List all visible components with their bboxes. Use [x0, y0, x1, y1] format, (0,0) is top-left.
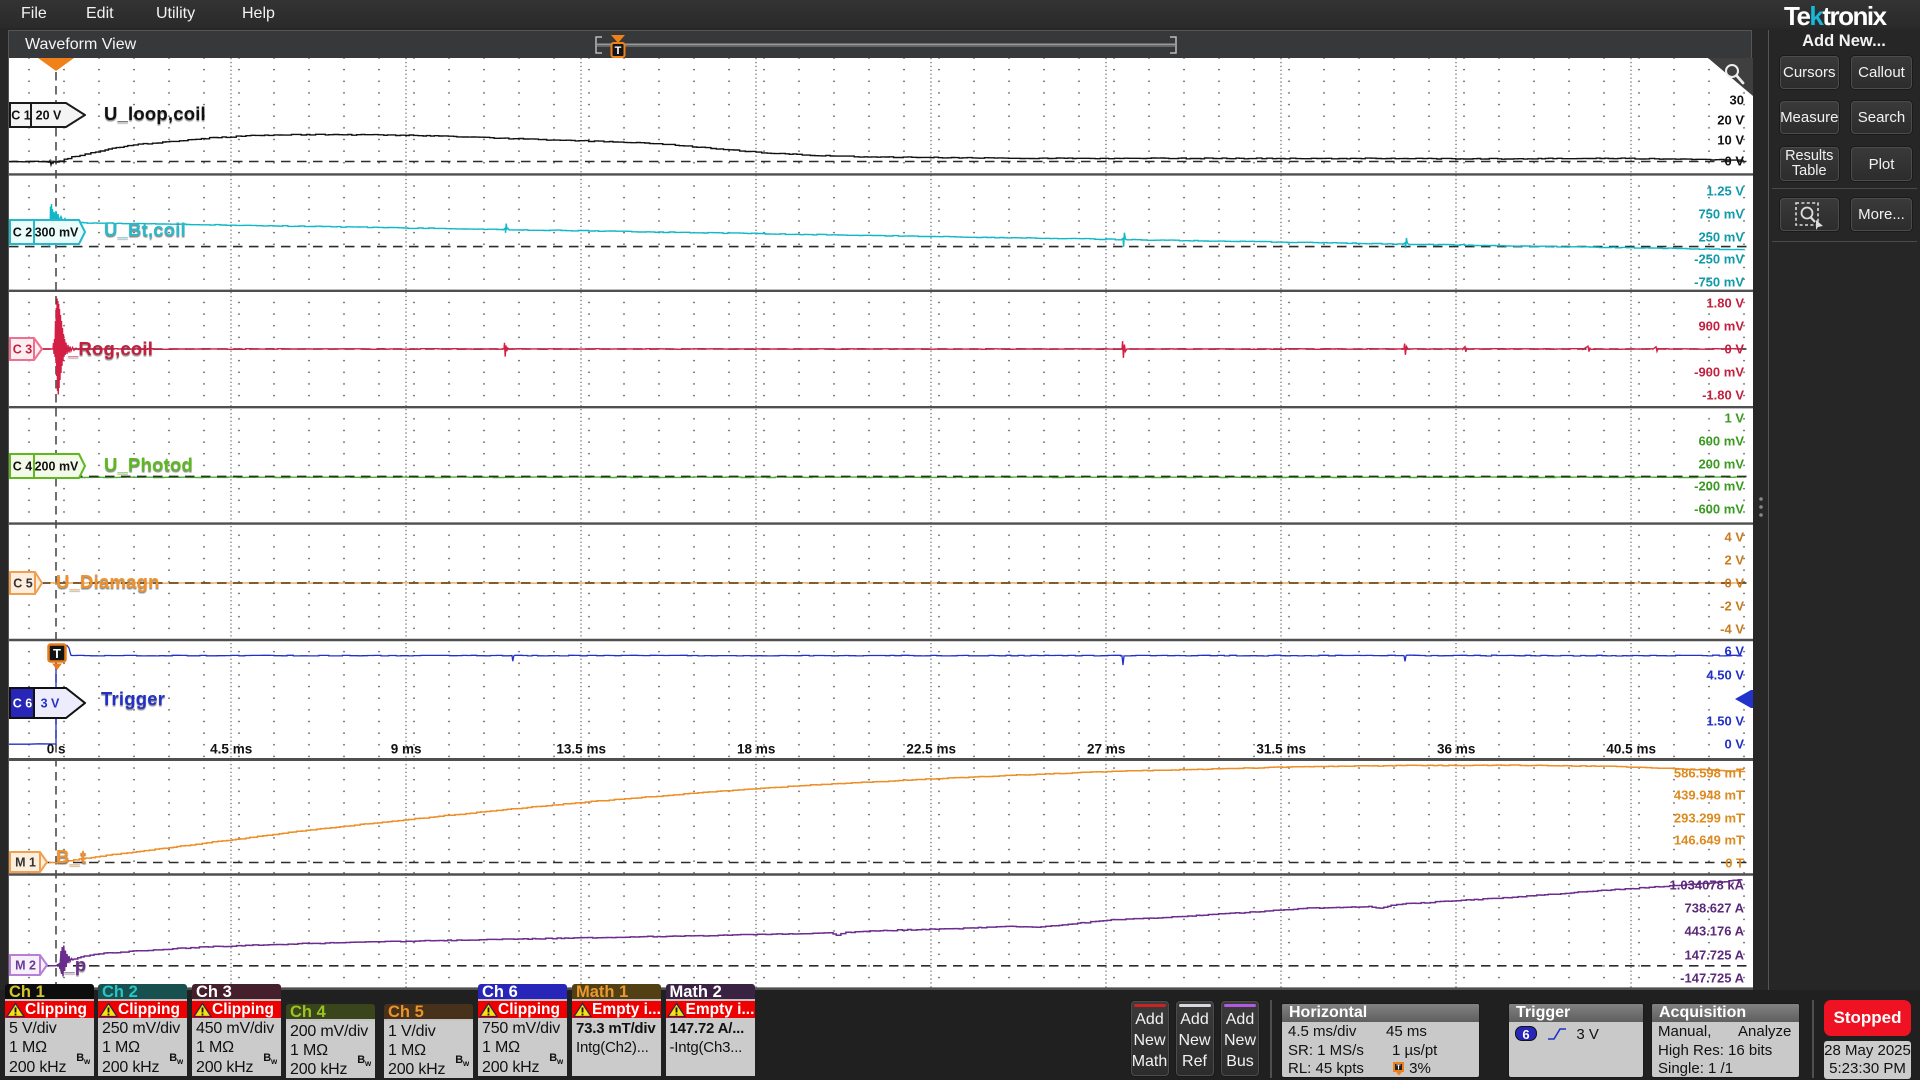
svg-text:C 1: C 1	[11, 109, 31, 123]
svg-text:T: T	[615, 45, 622, 57]
svg-text:C 2: C 2	[13, 225, 33, 239]
svg-text:C 5: C 5	[13, 577, 33, 591]
svg-text:T: T	[53, 646, 61, 661]
svg-text:M 2: M 2	[15, 958, 36, 972]
svg-text:T: T	[1396, 1065, 1401, 1072]
svg-text:C 3: C 3	[13, 343, 33, 357]
svg-text:C 4: C 4	[13, 459, 33, 473]
svg-text:300 mV: 300 mV	[35, 225, 79, 239]
svg-text:M 1: M 1	[15, 855, 36, 869]
svg-text:3 V: 3 V	[41, 697, 60, 711]
svg-text:C 6: C 6	[13, 697, 33, 711]
svg-text:200 mV: 200 mV	[35, 459, 79, 473]
svg-text:20 V: 20 V	[36, 109, 62, 123]
